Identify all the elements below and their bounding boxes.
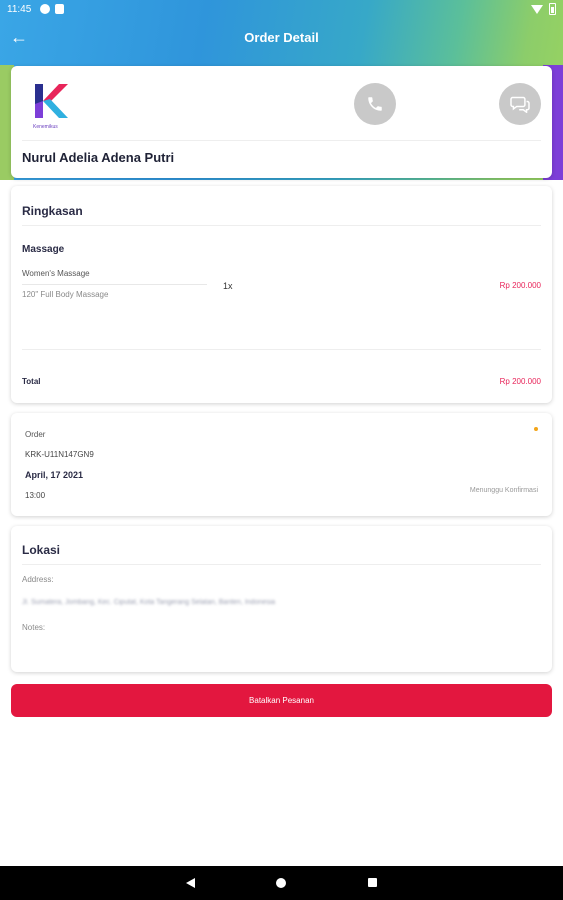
service-quantity: 1x (223, 281, 233, 291)
order-date: April, 17 2021 (25, 470, 84, 480)
call-button[interactable] (354, 83, 396, 125)
order-card: Order KRK-U11N147GN9 April, 17 2021 13:0… (11, 413, 552, 516)
divider (22, 284, 207, 285)
customer-card: Kenemikus Nurul Adelia Adena Putri (11, 66, 552, 178)
service-price: Rp 200.000 (499, 281, 541, 290)
total-value: Rp 200.000 (499, 377, 541, 386)
divider (22, 140, 541, 141)
divider (22, 349, 541, 350)
order-time: 13:00 (25, 491, 46, 500)
sd-card-icon (55, 4, 64, 14)
cancel-order-button[interactable]: Batalkan Pesanan (11, 684, 552, 717)
summary-card: Ringkasan Massage Women's Massage 120" F… (11, 186, 552, 403)
divider (22, 564, 541, 565)
wifi-icon (531, 4, 543, 14)
chat-icon (510, 96, 530, 113)
page-title: Order Detail (244, 30, 319, 45)
service-description: 120" Full Body Massage (22, 290, 109, 299)
location-card: Lokasi Address: Jl. Sumatera, Jombang, K… (11, 526, 552, 672)
nav-back-icon[interactable] (186, 878, 195, 888)
notes-label: Notes: (22, 623, 46, 632)
app-logo (35, 84, 68, 118)
service-category: Massage (22, 244, 65, 255)
status-dot-icon (534, 427, 538, 431)
nav-home-icon[interactable] (276, 878, 286, 888)
address-value: Jl. Sumatera, Jombang, Kec. Ciputat, Kot… (22, 599, 276, 606)
summary-title: Ringkasan (22, 204, 83, 218)
total-label: Total (22, 377, 41, 386)
system-nav-bar (0, 866, 563, 900)
chat-button[interactable] (499, 83, 541, 125)
phone-icon (368, 97, 382, 111)
status-bar: 11:45 (0, 0, 563, 20)
order-id: KRK-U11N147GN9 (25, 450, 94, 459)
battery-icon (549, 3, 556, 15)
customer-name: Nurul Adelia Adena Putri (22, 150, 175, 165)
address-label: Address: (22, 575, 54, 584)
location-title: Lokasi (22, 543, 61, 557)
service-name: Women's Massage (22, 269, 90, 278)
notification-icon (40, 4, 50, 14)
divider (22, 225, 541, 226)
status-time: 11:45 (7, 4, 32, 15)
order-status: Menunggu Konfirmasi (469, 487, 538, 494)
nav-recents-icon[interactable] (368, 878, 377, 887)
app-bar: ← Order Detail (0, 20, 563, 56)
logo-caption: Kenemikus (33, 124, 58, 130)
order-label: Order (25, 430, 46, 439)
